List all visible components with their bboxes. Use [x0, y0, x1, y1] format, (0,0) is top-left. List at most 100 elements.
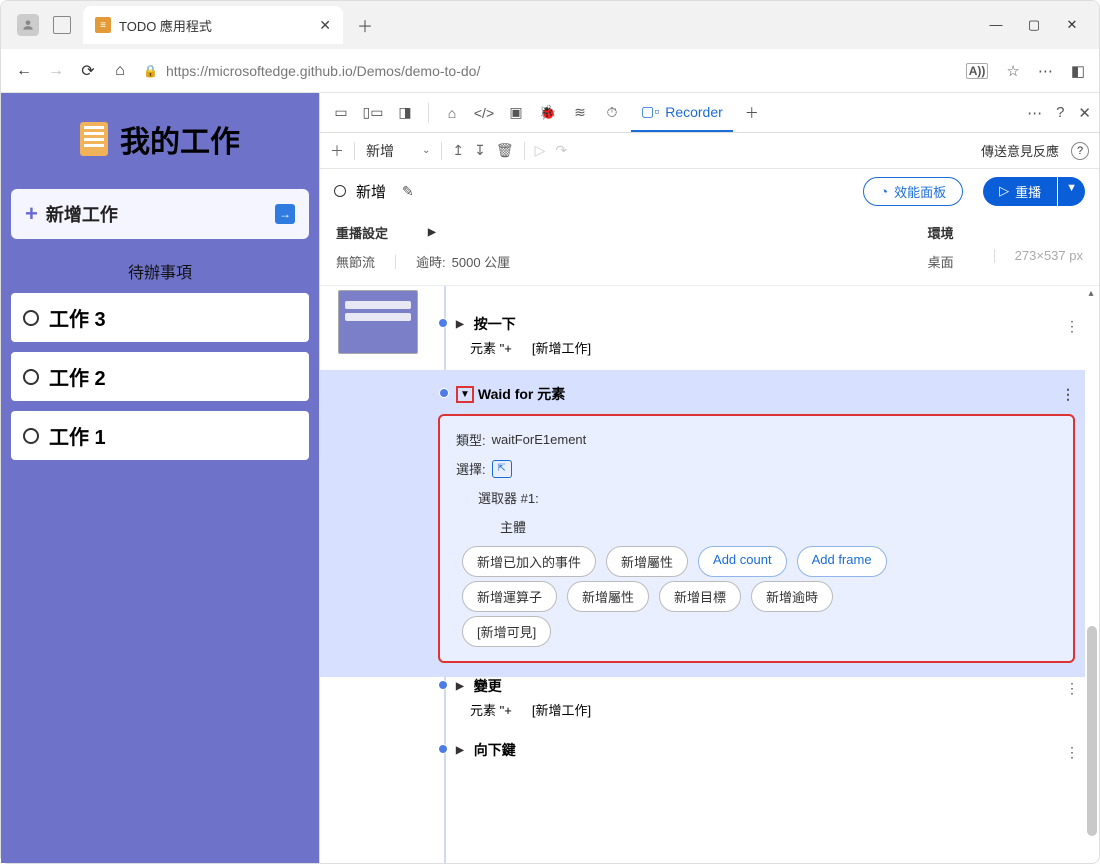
step-icon: ↷	[555, 142, 567, 159]
close-devtools-icon[interactable]: ✕	[1078, 104, 1091, 122]
step-click[interactable]: ▶按一下 元素 "+[新增工作] ⋮	[438, 314, 1085, 357]
chevron-right-icon[interactable]: ▶	[456, 681, 464, 692]
task-item[interactable]: 工作 3	[11, 293, 309, 342]
sources-tab-icon[interactable]: 🐞	[535, 100, 561, 126]
refresh-button[interactable]: ⟳	[79, 61, 97, 81]
step-wait-expanded: ▼ Waid for 元素 ⋮ 類型: waitForE1ement 選擇: ⇱	[320, 370, 1085, 677]
step-wait-title: Waid for 元素	[478, 384, 565, 404]
window-close-button[interactable]: ✕	[1065, 17, 1079, 33]
add-task-input[interactable]: + 新增工作 →	[11, 189, 309, 239]
chevron-right-icon[interactable]: ▶	[456, 319, 464, 330]
new-recording-button[interactable]: ＋	[330, 141, 344, 161]
browser-tab[interactable]: ≡ TODO 應用程式 ✕	[83, 6, 343, 44]
chevron-right-icon[interactable]: ▶	[456, 745, 464, 756]
recording-select[interactable]: 新增⌄	[365, 140, 431, 162]
side-panel-icon[interactable]: ◧	[1071, 62, 1085, 80]
pill-add-timeout[interactable]: 新增逾時	[751, 581, 833, 612]
pill-add-count[interactable]: Add count	[698, 546, 787, 577]
back-button[interactable]: ←	[15, 62, 33, 80]
expand-replay-settings-icon[interactable]: ▶	[428, 227, 436, 238]
network-tab-icon[interactable]: ≋	[567, 100, 593, 126]
console-tab-icon[interactable]: ▣	[503, 100, 529, 126]
favorites-icon[interactable]: ☆	[1006, 62, 1019, 80]
performance-tab-icon[interactable]: ⏱	[599, 100, 625, 126]
recorder-icon: ▢▫	[641, 103, 659, 120]
scroll-up-icon[interactable]: ▴	[1085, 288, 1097, 299]
add-tab-button[interactable]: ＋	[739, 100, 765, 126]
help-icon[interactable]: ?	[1056, 104, 1064, 121]
pill-add-operator[interactable]: 新增運算子	[462, 581, 557, 612]
viewport-dimensions: 273×537 px	[1015, 248, 1083, 263]
url-bar: ← → ⟳ ⌂ 🔒 https://microsoftedge.github.i…	[1, 49, 1099, 93]
welcome-tab-icon[interactable]: ⌂	[439, 100, 465, 126]
clipboard-icon	[80, 122, 108, 156]
recorder-tab-label: Recorder	[665, 104, 723, 120]
replay-dropdown[interactable]: ▼	[1058, 177, 1085, 206]
replay-settings: 重播設定 ▶ 無節流 逾時: 5000 公厘 環境 桌面 273×537 px	[320, 213, 1099, 286]
url-text: https://microsoftedge.github.io/Demos/de…	[166, 63, 480, 79]
pill-add-visible[interactable]: [新增可見]	[462, 616, 551, 647]
step-more-icon[interactable]: ⋮	[1061, 386, 1075, 403]
todo-app: 我的工作 + 新增工作 → 待辦事項 工作 3 工作 2 工作 1	[1, 93, 319, 863]
performance-panel-button[interactable]: ◔ 效能面板	[863, 177, 963, 206]
step-more-icon[interactable]: ⋮	[1065, 680, 1079, 697]
play-icon: ▷	[999, 183, 1009, 199]
recording-name: 新增	[356, 181, 386, 202]
pill-add-asserted-events[interactable]: 新增已加入的事件	[462, 546, 596, 577]
task-item[interactable]: 工作 2	[11, 352, 309, 401]
replay-button[interactable]: ▷ 重播	[983, 177, 1057, 206]
more-icon[interactable]: ⋯	[1038, 62, 1053, 80]
window-minimize-button[interactable]: —	[989, 17, 1003, 33]
steps-timeline: ▴ ▶按一下 元素 "+[新增工作] ⋮	[320, 286, 1099, 863]
edit-name-icon[interactable]: ✎	[402, 183, 414, 200]
feedback-link[interactable]: 傳送意見反應	[981, 141, 1059, 160]
task-label: 工作 1	[49, 421, 106, 450]
recorder-tab[interactable]: ▢▫ Recorder	[631, 94, 733, 132]
task-checkbox[interactable]	[23, 310, 39, 326]
task-checkbox[interactable]	[23, 428, 39, 444]
pill-add-attribute-2[interactable]: 新增屬性	[567, 581, 649, 612]
step-change[interactable]: ▶變更 元素 "+[新增工作] ⋮	[438, 676, 1085, 719]
home-button[interactable]: ⌂	[111, 62, 129, 80]
selector-body: 主體	[500, 517, 526, 536]
toolbar-help-icon[interactable]: ?	[1071, 142, 1089, 160]
task-checkbox[interactable]	[23, 369, 39, 385]
selector-number-label: 選取器 #1:	[478, 488, 539, 507]
address-bar[interactable]: 🔒 https://microsoftedge.github.io/Demos/…	[143, 63, 952, 79]
dock-icon[interactable]: ◨	[392, 100, 418, 126]
task-label: 工作 2	[49, 362, 106, 391]
tab-close-icon[interactable]: ✕	[319, 17, 331, 34]
import-icon[interactable]: ↧	[474, 142, 486, 159]
scrollbar-thumb[interactable]	[1087, 626, 1097, 836]
more-tools-icon[interactable]: ⋯	[1027, 104, 1042, 122]
pill-add-target[interactable]: 新增目標	[659, 581, 741, 612]
step-more-icon[interactable]: ⋮	[1065, 318, 1079, 335]
profile-icon[interactable]	[17, 14, 39, 36]
new-tab-button[interactable]: ＋	[349, 9, 381, 41]
plus-icon: +	[25, 201, 38, 227]
reader-mode-icon[interactable]: A))	[966, 63, 989, 79]
delete-icon[interactable]: 🗑	[496, 142, 514, 159]
screenshot-thumbnail[interactable]	[338, 290, 418, 354]
add-task-label: 新增工作	[46, 201, 118, 227]
app-title: 我的工作	[120, 117, 240, 161]
inspect-icon[interactable]: ▭	[328, 100, 354, 126]
selector-picker-icon[interactable]: ⇱	[492, 460, 512, 478]
action-pills-row: 新增運算子 新增屬性 新增目標 新增逾時	[462, 581, 1057, 612]
elements-tab-icon[interactable]: </>	[471, 100, 497, 126]
pill-add-frame[interactable]: Add frame	[797, 546, 887, 577]
highlighted-expand-toggle[interactable]: ▼	[456, 386, 474, 403]
step-keydown[interactable]: ▶向下鍵 ⋮	[438, 740, 1085, 760]
pill-add-attribute[interactable]: 新增屬性	[606, 546, 688, 577]
lock-icon[interactable]: 🔒	[143, 64, 158, 78]
export-icon[interactable]: ↥	[452, 142, 464, 159]
submit-arrow-icon[interactable]: →	[275, 204, 295, 224]
step-wait-detail-panel: 類型: waitForE1ement 選擇: ⇱ 選取器 #1: 主體	[438, 414, 1075, 663]
step-more-icon[interactable]: ⋮	[1065, 744, 1079, 761]
workspaces-icon[interactable]	[53, 16, 71, 34]
device-icon[interactable]: ▯▭	[360, 100, 386, 126]
recording-header: 新增 ✎ ◔ 效能面板 ▷ 重播 ▼	[320, 169, 1099, 213]
task-item[interactable]: 工作 1	[11, 411, 309, 460]
replay-settings-label: 重播設定	[336, 223, 388, 242]
window-maximize-button[interactable]: ▢	[1027, 17, 1041, 33]
